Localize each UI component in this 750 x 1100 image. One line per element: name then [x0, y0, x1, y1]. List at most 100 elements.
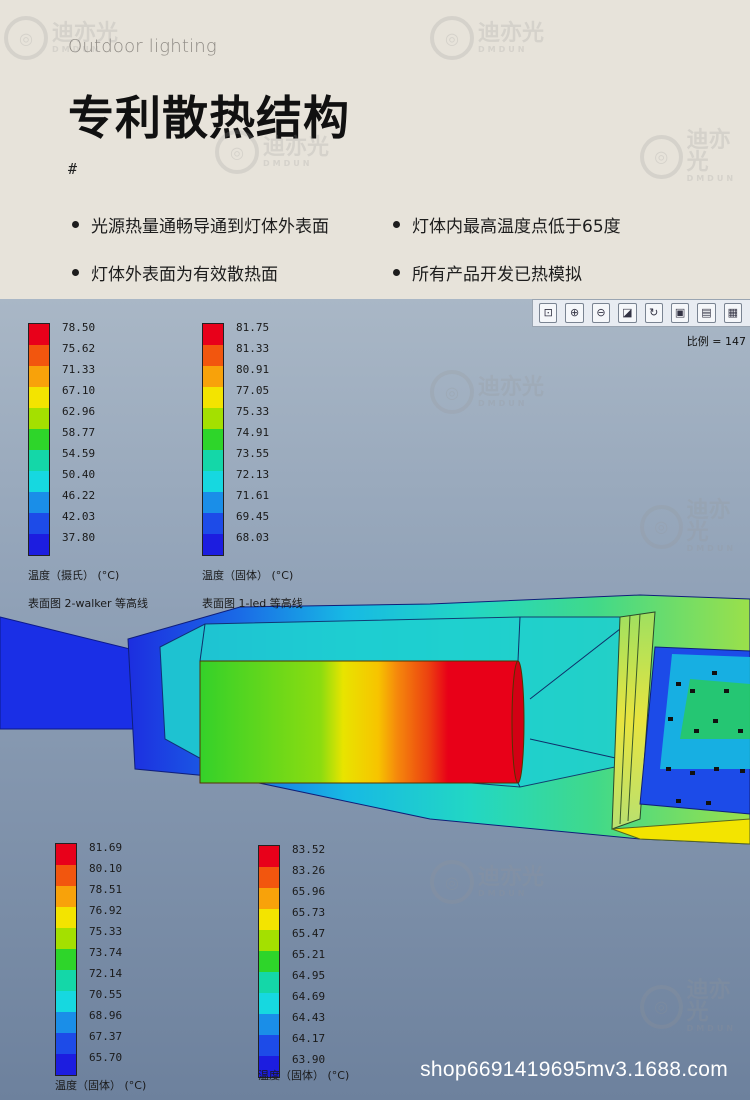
- header-panel: Outdoor lighting 专利散热结构 # 光源热量通畅导通到灯体外表面…: [0, 0, 750, 299]
- feature-text: 灯体外表面为有效散热面: [91, 265, 278, 285]
- legend-value: 76.92: [89, 904, 123, 917]
- feature-bullet: 光源热量通畅导通到灯体外表面: [72, 212, 329, 237]
- scale-segment: [56, 886, 76, 907]
- legend-value: 68.96: [89, 1009, 123, 1022]
- feature-bullet: 所有产品开发已热模拟: [393, 260, 582, 285]
- section-icon[interactable]: ▤: [697, 303, 716, 323]
- legend-value: 72.13: [236, 468, 270, 481]
- scale-segment: [259, 909, 279, 930]
- legend-value: 73.55: [236, 447, 270, 460]
- scale-segment: [259, 951, 279, 972]
- legend-value: 65.96: [292, 885, 326, 898]
- legend-value: 81.69: [89, 841, 123, 854]
- bullet-dot-icon: [72, 221, 79, 228]
- color-scale-bar: [28, 323, 50, 556]
- color-scale-bar: [258, 845, 280, 1078]
- section-subtitle: Outdoor lighting: [68, 36, 217, 57]
- legend-value: 67.10: [62, 384, 96, 397]
- legend-value: 83.52: [292, 843, 326, 856]
- scale-segment: [29, 450, 49, 471]
- hash-mark: #: [68, 160, 78, 178]
- thermal-simulation-view: ⊡ ⊕ ⊖ ◪ ↻ ▣ ▤ ▦ 比例 = 147 78.50 75.62 71.33…: [0, 299, 750, 1100]
- legend-value: 65.73: [292, 906, 326, 919]
- scale-segment: [203, 387, 223, 408]
- scale-segment: [259, 993, 279, 1014]
- scale-segment: [203, 492, 223, 513]
- scale-segment: [259, 972, 279, 993]
- legend-value: 77.05: [236, 384, 270, 397]
- legend-value: 65.21: [292, 948, 326, 961]
- legend-value: 64.69: [292, 990, 326, 1003]
- display-icon[interactable]: ▦: [723, 303, 742, 323]
- feature-text: 光源热量通畅导通到灯体外表面: [91, 217, 329, 237]
- scale-segment: [29, 534, 49, 555]
- legend-value: 65.47: [292, 927, 326, 940]
- scale-segment: [29, 387, 49, 408]
- scale-segment: [56, 1054, 76, 1075]
- scale-segment: [259, 930, 279, 951]
- scale-segment: [203, 534, 223, 555]
- legend-value: 64.43: [292, 1011, 326, 1024]
- legend-value: 71.33: [62, 363, 96, 376]
- scale-segment: [56, 949, 76, 970]
- scale-segment: [203, 450, 223, 471]
- scale-segment: [203, 324, 223, 345]
- legend-value: 68.03: [236, 531, 270, 544]
- feature-bullet: 灯体外表面为有效散热面: [72, 260, 278, 285]
- scale-segment: [56, 991, 76, 1012]
- scale-segment: [29, 429, 49, 450]
- legend-value: 78.50: [62, 321, 96, 334]
- shop-url: shop6691419695mv3.1688.com: [420, 1058, 728, 1081]
- color-scale-bar: [202, 323, 224, 556]
- legend-value: 64.95: [292, 969, 326, 982]
- legend-caption: 温度（固体） (°C): [55, 1079, 147, 1092]
- legend-values: 83.52 83.26 65.96 65.73 65.47 65.21 64.95 64.69…: [292, 839, 325, 1070]
- scale-segment: [203, 513, 223, 534]
- rotate-icon[interactable]: ↻: [644, 303, 663, 323]
- legend-value: 78.51: [89, 883, 123, 896]
- legend-caption: 温度（固体） (°C): [258, 1069, 350, 1082]
- scale-segment: [203, 471, 223, 492]
- scale-segment: [259, 846, 279, 867]
- zoom-in-icon[interactable]: ⊕: [565, 303, 584, 323]
- scale-segment: [203, 366, 223, 387]
- scale-segment: [259, 1035, 279, 1056]
- zoom-fit-icon[interactable]: ⊡: [539, 303, 558, 323]
- legend-value: 58.77: [62, 426, 96, 439]
- feature-text: 灯体内最高温度点低于65度: [412, 217, 621, 237]
- legend-value: 70.55: [89, 988, 123, 1001]
- scale-segment: [56, 844, 76, 865]
- legend-value: 74.91: [236, 426, 270, 439]
- legend-values: 81.75 81.33 80.91 77.05 75.33 74.91 73.55 72.13…: [236, 317, 269, 548]
- scale-segment: [29, 513, 49, 534]
- legend-value: 54.59: [62, 447, 96, 460]
- bullet-dot-icon: [393, 269, 400, 276]
- legend-caption: 温度（固体） (°C): [202, 569, 294, 582]
- scale-segment: [203, 345, 223, 366]
- scale-segment: [56, 865, 76, 886]
- scale-segment: [259, 888, 279, 909]
- legend-subcaption: 表面图 2-walker 等高线: [28, 597, 149, 610]
- scale-readout: 比例 = 147: [686, 335, 746, 348]
- scale-segment: [29, 471, 49, 492]
- legend-values: 78.50 75.62 71.33 67.10 62.96 58.77 54.59 50.40…: [62, 317, 95, 548]
- legend-value: 71.61: [236, 489, 270, 502]
- zoom-out-icon[interactable]: ⊖: [591, 303, 611, 323]
- view-cube-icon[interactable]: ▣: [670, 303, 690, 323]
- page-title: 专利散热结构: [68, 91, 350, 145]
- legend-value: 37.80: [62, 531, 96, 544]
- legend-value: 83.26: [292, 864, 326, 877]
- legend-value: 81.75: [236, 321, 270, 334]
- legend-value: 69.45: [236, 510, 270, 523]
- legend-value: 81.33: [236, 342, 270, 355]
- scale-segment: [29, 324, 49, 345]
- legend-value: 67.37: [89, 1030, 123, 1043]
- bullet-dot-icon: [393, 221, 400, 228]
- legend-value: 65.70: [89, 1051, 123, 1064]
- legend-value: 80.91: [236, 363, 270, 376]
- legend-subcaption: 表面图 1-led 等高线: [202, 597, 303, 610]
- scale-segment: [259, 1014, 279, 1035]
- box-zoom-icon[interactable]: ◪: [618, 303, 637, 323]
- legend-value: 75.33: [236, 405, 270, 418]
- scale-segment: [29, 366, 49, 387]
